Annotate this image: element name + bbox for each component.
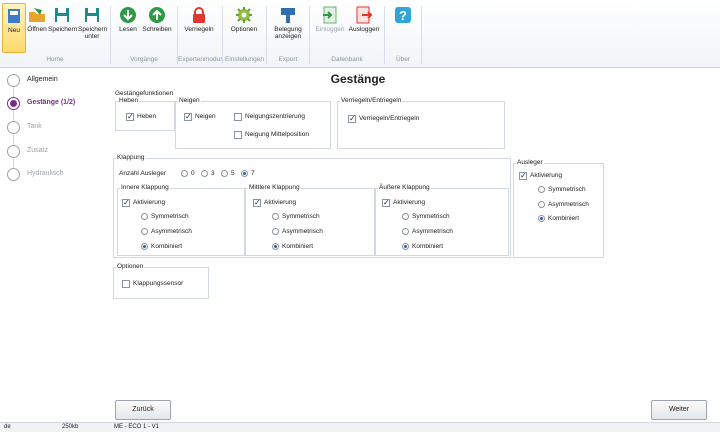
options-button[interactable]: Optionen	[226, 3, 262, 53]
open-button[interactable]: Öffnen	[27, 3, 47, 53]
section-title-gestaenge: Gestängefunktionen	[115, 90, 174, 97]
group-label-expertenmodus: Expertenmodus	[178, 56, 224, 63]
group-label-vorgaenge: Vorgänge	[130, 56, 158, 63]
logout-button[interactable]: Ausloggen	[348, 3, 380, 53]
group-label-ueber: Über	[395, 56, 411, 63]
step-circle	[7, 97, 20, 110]
step-circle	[7, 145, 20, 158]
group-separator	[421, 6, 422, 64]
ribbon: Neu Öffnen Speichern Speichern unter Hom…	[0, 0, 720, 68]
help-icon: ?	[395, 7, 411, 23]
login-icon	[323, 6, 337, 24]
export-icon	[281, 8, 295, 23]
lock-button[interactable]: Verriegeln	[181, 3, 217, 53]
save-button[interactable]: Speichern	[48, 3, 77, 53]
wizard-sidebar: Allgemein Gestänge (1/2) Tank Zusatz Hyd…	[0, 68, 108, 422]
back-button[interactable]: Zurück	[115, 400, 171, 420]
save-as-button[interactable]: Speichern unter	[78, 3, 107, 53]
step-circle	[7, 74, 20, 87]
step-circle	[7, 168, 20, 181]
status-language: de	[4, 424, 11, 430]
status-device: ME - ECO 1 - V1	[114, 424, 160, 430]
page-title: Gestänge	[330, 72, 386, 86]
read-down-icon	[120, 7, 136, 23]
step-circle	[7, 121, 20, 134]
group-label-datenbank: Datenbank	[331, 56, 363, 63]
group-label-export: Export	[278, 56, 298, 63]
box-neigen: Neigen	[175, 97, 331, 149]
save-as-icon	[85, 8, 99, 22]
gear-icon	[236, 7, 252, 23]
group-label-home: Home	[46, 56, 64, 63]
status-bar: de 250kb ME - ECO 1 - V1	[0, 422, 720, 432]
anzahl-ausleger-label: Anzahl Ausleger	[119, 170, 166, 177]
save-icon	[55, 8, 69, 22]
show-assignment-button[interactable]: Belegung anzeigen	[270, 3, 306, 53]
next-button[interactable]: Weiter	[651, 400, 707, 420]
read-button[interactable]: Lesen	[116, 3, 140, 53]
main-panel: Gestänge Gestängefunktionen Heben Heben …	[108, 68, 720, 422]
group-label-einstellungen: Einstellungen	[224, 56, 265, 63]
new-button[interactable]: Neu	[2, 3, 26, 53]
open-folder-icon	[29, 8, 45, 22]
lock-icon	[193, 7, 205, 23]
write-button[interactable]: Schreiben	[142, 3, 172, 53]
new-icon	[8, 9, 20, 23]
write-up-icon	[149, 7, 165, 23]
login-button[interactable]: Einloggen	[314, 3, 346, 53]
logout-icon	[356, 6, 373, 24]
status-baudrate: 250kb	[62, 424, 79, 430]
box-verriegeln: Verriegeln/Entriegeln	[337, 97, 505, 149]
svg-text:?: ?	[399, 8, 407, 23]
about-button[interactable]: ?	[392, 3, 414, 53]
